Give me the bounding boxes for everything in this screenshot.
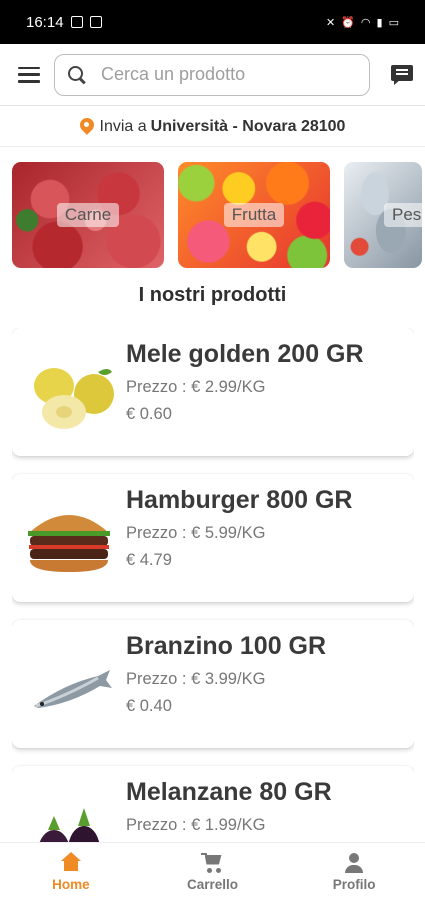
mail-notification-icon <box>89 16 102 28</box>
signal-icon: ▮ <box>376 16 383 29</box>
category-label: Carne <box>56 203 120 227</box>
hamburger-image <box>28 515 110 572</box>
nav-profile[interactable]: Profilo <box>283 843 425 900</box>
product-price: € 0.40 <box>126 697 172 715</box>
mute-icon: ✕ <box>326 16 336 29</box>
battery-icon: ▭ <box>388 16 399 29</box>
product-name: Melanzane 80 GR <box>126 778 332 806</box>
product-price-per-kg: Prezzo : € 1.99/KG <box>126 816 266 834</box>
product-list: Mele golden 200 GR Prezzo : € 2.99/KG € … <box>12 328 414 842</box>
product-card[interactable]: Melanzane 80 GR Prezzo : € 1.99/KG <box>12 766 414 842</box>
chat-icon[interactable] <box>391 64 413 85</box>
home-icon <box>59 851 83 874</box>
fish-image <box>34 670 112 708</box>
delivery-prefix: Invia a <box>99 117 147 135</box>
alarm-icon: ⏰ <box>341 16 355 29</box>
gallery-notification-icon <box>70 16 83 28</box>
search-icon <box>67 65 87 85</box>
nav-home-label: Home <box>52 876 90 892</box>
nav-profile-label: Profilo <box>332 876 376 892</box>
menu-icon[interactable] <box>18 66 40 83</box>
search-input[interactable] <box>101 64 341 85</box>
product-price-per-kg: Prezzo : € 2.99/KG <box>126 378 266 396</box>
product-name: Branzino 100 GR <box>126 632 327 660</box>
search-box[interactable] <box>54 53 370 96</box>
section-title: I nostri prodotti <box>138 284 287 306</box>
location-pin-icon <box>80 118 94 136</box>
category-carousel[interactable]: Carne Frutta Pesce <box>12 162 425 268</box>
app-header <box>0 44 425 106</box>
category-card-frutta[interactable]: Frutta <box>178 162 330 268</box>
product-card[interactable]: Mele golden 200 GR Prezzo : € 2.99/KG € … <box>12 328 414 456</box>
product-card[interactable]: Hamburger 800 GR Prezzo : € 5.99/KG € 4.… <box>12 474 414 602</box>
category-card-pesce[interactable]: Pesce <box>344 162 422 268</box>
bottom-navigation: Home Carrello Profilo <box>0 842 425 900</box>
product-price: € 0.60 <box>126 405 172 423</box>
category-label: Pesce <box>384 203 422 227</box>
eggplant-image <box>39 808 100 842</box>
product-name: Hamburger 800 GR <box>126 486 353 514</box>
product-card[interactable]: Branzino 100 GR Prezzo : € 3.99/KG € 0.4… <box>12 620 414 748</box>
product-price: € 4.79 <box>126 551 172 569</box>
status-time: 16:14 <box>26 13 64 31</box>
cart-icon <box>200 852 225 874</box>
wifi-icon: ◠ <box>360 16 371 29</box>
apple-image <box>34 368 114 429</box>
delivery-address[interactable]: Invia a Università - Novara 28100 <box>0 107 425 147</box>
category-label: Frutta <box>223 203 285 227</box>
nav-home[interactable]: Home <box>0 843 142 900</box>
status-bar: 16:14 ✕ ⏰ ◠ ▮ ▭ <box>0 0 425 44</box>
product-price-per-kg: Prezzo : € 3.99/KG <box>126 670 266 688</box>
profile-icon <box>342 852 366 874</box>
product-price-per-kg: Prezzo : € 5.99/KG <box>126 524 266 542</box>
nav-cart-label: Carrello <box>186 876 239 892</box>
product-name: Mele golden 200 GR <box>126 340 364 368</box>
nav-cart[interactable]: Carrello <box>142 843 284 900</box>
delivery-place: Università - Novara 28100 <box>150 117 346 135</box>
category-card-carne[interactable]: Carne <box>12 162 164 268</box>
